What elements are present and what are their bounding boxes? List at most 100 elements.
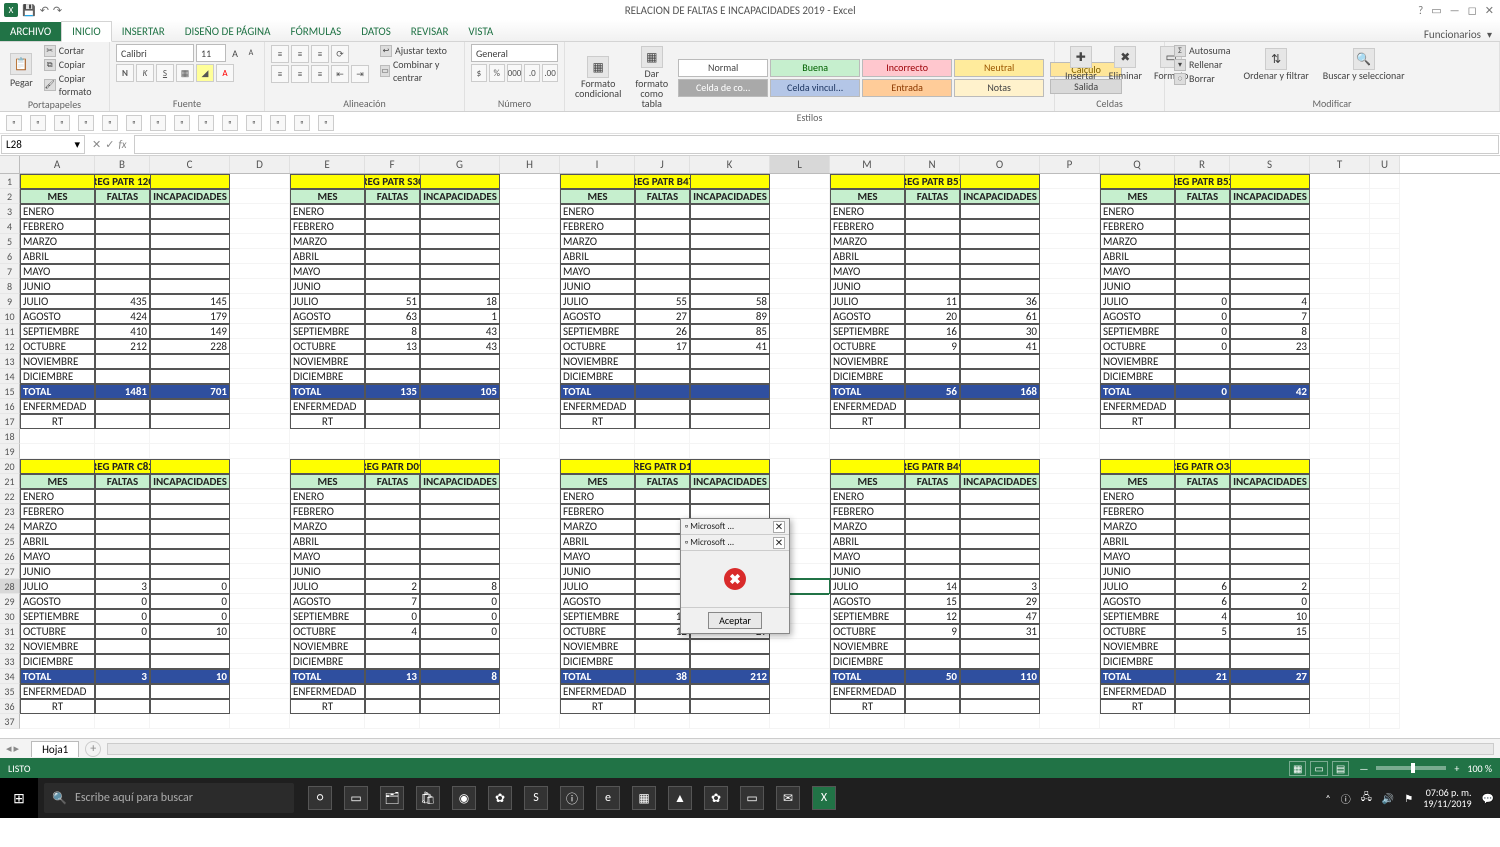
cell-D10[interactable] bbox=[230, 309, 290, 324]
cell-M22[interactable]: ENERO bbox=[830, 489, 905, 504]
start-button[interactable]: ⊞ bbox=[0, 778, 38, 818]
cell-U21[interactable] bbox=[1370, 474, 1400, 489]
cell-U28[interactable] bbox=[1370, 579, 1400, 594]
cell-L17[interactable] bbox=[770, 414, 830, 429]
cell-B10[interactable]: 424 bbox=[95, 309, 150, 324]
qat-btn[interactable]: ▫ bbox=[6, 115, 22, 131]
cell-C21[interactable]: INCAPACIDADES bbox=[150, 474, 230, 489]
cell-N29[interactable]: 15 bbox=[905, 594, 960, 609]
cell-T25[interactable] bbox=[1310, 534, 1370, 549]
cell-N9[interactable]: 11 bbox=[905, 294, 960, 309]
cell-M2[interactable]: MES bbox=[830, 189, 905, 204]
cell-S21[interactable]: INCAPACIDADES bbox=[1230, 474, 1310, 489]
cell-K1[interactable] bbox=[690, 174, 770, 189]
indent-inc-icon[interactable]: ⇥ bbox=[351, 65, 369, 83]
cell-U37[interactable] bbox=[1370, 714, 1400, 729]
cell-S33[interactable] bbox=[1230, 654, 1310, 669]
cell-T17[interactable] bbox=[1310, 414, 1370, 429]
qat-btn[interactable]: ▫ bbox=[318, 115, 334, 131]
align-mid-icon[interactable]: ≡ bbox=[291, 45, 309, 63]
cell-G29[interactable]: 0 bbox=[420, 594, 500, 609]
cell-D8[interactable] bbox=[230, 279, 290, 294]
cell-O5[interactable] bbox=[960, 234, 1040, 249]
cell-Q25[interactable]: ABRIL bbox=[1100, 534, 1175, 549]
zoom-out-icon[interactable]: — bbox=[1359, 762, 1368, 775]
cell-B17[interactable] bbox=[95, 414, 150, 429]
cell-F15[interactable]: 135 bbox=[365, 384, 420, 399]
cell-R15[interactable]: 0 bbox=[1175, 384, 1230, 399]
cell-A28[interactable]: JULIO bbox=[20, 579, 95, 594]
cell-I31[interactable]: OCTUBRE bbox=[560, 624, 635, 639]
cell-N4[interactable] bbox=[905, 219, 960, 234]
row-header[interactable]: 31 bbox=[0, 624, 20, 639]
cell-Q24[interactable]: MARZO bbox=[1100, 519, 1175, 534]
cell-E4[interactable]: FEBRERO bbox=[290, 219, 365, 234]
cell-L37[interactable] bbox=[770, 714, 830, 729]
col-header-D[interactable]: D bbox=[230, 156, 290, 173]
tab-insert[interactable]: INSERTAR bbox=[112, 22, 175, 41]
border-button[interactable]: ▦ bbox=[176, 64, 194, 82]
cell-P7[interactable] bbox=[1040, 264, 1100, 279]
cell-N26[interactable] bbox=[905, 549, 960, 564]
cell-K12[interactable]: 41 bbox=[690, 339, 770, 354]
qat-btn[interactable]: ▫ bbox=[126, 115, 142, 131]
cell-T14[interactable] bbox=[1310, 369, 1370, 384]
cell-M16[interactable]: ENFERMEDAD bbox=[830, 399, 905, 414]
cell-E21[interactable]: MES bbox=[290, 474, 365, 489]
cell-K35[interactable] bbox=[690, 684, 770, 699]
cell-I13[interactable]: NOVIEMBRE bbox=[560, 354, 635, 369]
cell-Q23[interactable]: FEBRERO bbox=[1100, 504, 1175, 519]
cell-T12[interactable] bbox=[1310, 339, 1370, 354]
cell-E17[interactable]: RT bbox=[290, 414, 365, 429]
cell-J1[interactable]: REG PATR B47 bbox=[635, 174, 690, 189]
cell-R18[interactable] bbox=[1175, 429, 1230, 444]
cell-Q10[interactable]: AGOSTO bbox=[1100, 309, 1175, 324]
tray-icon[interactable]: ⓘ bbox=[1341, 791, 1351, 806]
cell-J4[interactable] bbox=[635, 219, 690, 234]
cell-R1[interactable]: REG PATR B52 bbox=[1175, 174, 1230, 189]
cell-S37[interactable] bbox=[1230, 714, 1310, 729]
cell-L23[interactable] bbox=[770, 504, 830, 519]
cell-B25[interactable] bbox=[95, 534, 150, 549]
cell-D24[interactable] bbox=[230, 519, 290, 534]
excel-taskbar-icon[interactable]: X bbox=[812, 786, 836, 810]
cell-I21[interactable]: MES bbox=[560, 474, 635, 489]
cell-O20[interactable] bbox=[960, 459, 1040, 474]
cell-A3[interactable]: ENERO bbox=[20, 204, 95, 219]
cell-E5[interactable]: MARZO bbox=[290, 234, 365, 249]
cell-G35[interactable] bbox=[420, 684, 500, 699]
cell-M35[interactable]: ENFERMEDAD bbox=[830, 684, 905, 699]
cell-A17[interactable]: RT bbox=[20, 414, 95, 429]
cell-H19[interactable] bbox=[500, 444, 560, 459]
cell-P23[interactable] bbox=[1040, 504, 1100, 519]
cell-C37[interactable] bbox=[150, 714, 230, 729]
cell-Q37[interactable] bbox=[1100, 714, 1175, 729]
app-icon[interactable]: ▭ bbox=[740, 786, 764, 810]
cell-D11[interactable] bbox=[230, 324, 290, 339]
sheet-nav-next-icon[interactable]: ▸ bbox=[14, 742, 20, 755]
cell-C7[interactable] bbox=[150, 264, 230, 279]
cell-K2[interactable]: INCAPACIDADES bbox=[690, 189, 770, 204]
cell-F26[interactable] bbox=[365, 549, 420, 564]
cell-M24[interactable]: MARZO bbox=[830, 519, 905, 534]
col-header-M[interactable]: M bbox=[830, 156, 905, 173]
cell-S27[interactable] bbox=[1230, 564, 1310, 579]
style-notas[interactable]: Notas bbox=[954, 79, 1044, 97]
cell-A12[interactable]: OCTUBRE bbox=[20, 339, 95, 354]
cell-U31[interactable] bbox=[1370, 624, 1400, 639]
notifications-icon[interactable]: 💬 bbox=[1482, 792, 1494, 805]
cell-S7[interactable] bbox=[1230, 264, 1310, 279]
cell-J33[interactable] bbox=[635, 654, 690, 669]
col-header-A[interactable]: A bbox=[20, 156, 95, 173]
cell-H11[interactable] bbox=[500, 324, 560, 339]
tab-formulas[interactable]: FÓRMULAS bbox=[281, 22, 352, 41]
cell-J21[interactable]: FALTAS bbox=[635, 474, 690, 489]
cell-R23[interactable] bbox=[1175, 504, 1230, 519]
cell-D28[interactable] bbox=[230, 579, 290, 594]
cell-H29[interactable] bbox=[500, 594, 560, 609]
cell-F20[interactable]: REG PATR D09 bbox=[365, 459, 420, 474]
cell-B28[interactable]: 3 bbox=[95, 579, 150, 594]
cell-R13[interactable] bbox=[1175, 354, 1230, 369]
cell-K4[interactable] bbox=[690, 219, 770, 234]
style-neutral[interactable]: Neutral bbox=[954, 59, 1044, 77]
